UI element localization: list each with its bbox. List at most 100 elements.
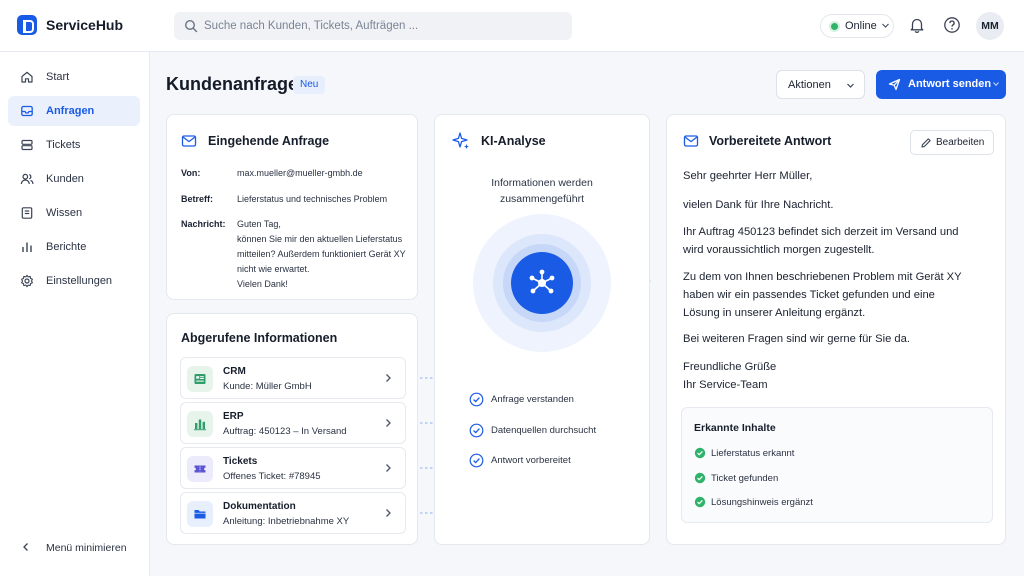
detected-item: Lieferstatus erkannt bbox=[694, 446, 974, 462]
inbox-icon bbox=[21, 105, 33, 117]
mail-icon bbox=[181, 135, 197, 147]
detected-item: Ticket gefunden bbox=[694, 471, 974, 487]
top-bar: ServiceHub Online MM bbox=[0, 0, 1024, 52]
send-reply-button[interactable]: Antwort senden bbox=[876, 70, 1006, 99]
ai-hub-icon bbox=[511, 252, 573, 314]
detected-item-label: Lieferstatus erkannt bbox=[711, 448, 795, 459]
detected-item-label: Ticket gefunden bbox=[711, 473, 779, 484]
source-item-crm[interactable]: CRM Kunde: Müller GmbH bbox=[180, 357, 406, 399]
status-dropdown[interactable]: Online bbox=[820, 14, 894, 38]
sidebar-item-label: Berichte bbox=[46, 241, 87, 253]
card-title: Vorbereitete Antwort bbox=[709, 134, 832, 148]
chevron-right-icon bbox=[386, 374, 391, 382]
check-circle-icon bbox=[469, 392, 484, 407]
ai-step-label: Datenquellen durchsucht bbox=[491, 425, 597, 436]
source-name: Tickets bbox=[223, 456, 258, 467]
ai-analysis-card: KI-Analyse Informationen werden zusammen… bbox=[434, 114, 650, 545]
ai-step: Datenquellen durchsucht bbox=[469, 422, 639, 440]
from-label: Von: bbox=[181, 168, 201, 178]
chart-icon bbox=[22, 242, 32, 252]
sidebar-item-label: Start bbox=[46, 71, 70, 83]
check-circle-icon bbox=[469, 453, 484, 468]
source-item-tickets[interactable]: Tickets Offenes Ticket: #78945 bbox=[180, 447, 406, 489]
users-icon bbox=[20, 173, 34, 185]
message-line: Vielen Dank! bbox=[237, 279, 288, 289]
subject-value: Lieferstatus und technisches Problem bbox=[237, 194, 388, 204]
reply-line: Lösung in unserer Anleitung ergänzt. bbox=[683, 307, 866, 319]
fetched-info-card: Abgerufene Informationen CRM Kunde: Müll… bbox=[166, 313, 418, 545]
source-detail: Anleitung: Inbetriebnahme XY bbox=[223, 516, 350, 527]
ticket-icon bbox=[21, 139, 33, 151]
sidebar-item-label: Einstellungen bbox=[46, 275, 113, 287]
card-title: KI-Analyse bbox=[481, 134, 546, 148]
reply-line: Bei weiteren Fragen sind wir gerne für S… bbox=[683, 333, 910, 345]
crm-icon bbox=[187, 366, 213, 392]
incoming-request-card: Eingehende Anfrage Von: max.mueller@muel… bbox=[166, 114, 418, 300]
ai-step: Antwort vorbereitet bbox=[469, 452, 639, 470]
sidebar-item-start[interactable]: Start bbox=[8, 62, 140, 92]
sidebar-item-kunden[interactable]: Kunden bbox=[8, 164, 140, 194]
message-label: Nachricht: bbox=[181, 219, 226, 229]
sidebar-item-tickets[interactable]: Tickets bbox=[8, 130, 140, 160]
gear-icon bbox=[21, 274, 33, 288]
ai-subtitle: Informationen werden bbox=[491, 177, 593, 189]
edit-button[interactable]: Bearbeiten bbox=[910, 130, 994, 155]
sidebar-item-anfragen[interactable]: Anfragen bbox=[8, 96, 140, 126]
actions-label: Aktionen bbox=[788, 79, 831, 91]
source-name: Dokumentation bbox=[223, 501, 296, 512]
actions-button[interactable]: Aktionen bbox=[776, 70, 865, 99]
card-title: Eingehende Anfrage bbox=[208, 134, 330, 148]
help-icon[interactable] bbox=[943, 16, 961, 34]
check-circle-filled-icon bbox=[694, 472, 706, 484]
sidebar-item-label: Wissen bbox=[46, 207, 83, 219]
source-name: CRM bbox=[223, 366, 246, 377]
folder-icon bbox=[187, 501, 213, 527]
detected-title: Erkannte Inhalte bbox=[694, 422, 776, 434]
source-item-erp[interactable]: ERP Auftrag: 450123 – In Versand bbox=[180, 402, 406, 444]
source-item-documentation[interactable]: Dokumentation Anleitung: Inbetriebnahme … bbox=[180, 492, 406, 534]
status-label: Online bbox=[845, 20, 877, 32]
caret-down-icon bbox=[993, 82, 999, 86]
sidebar-item-label: Anfragen bbox=[46, 105, 95, 117]
source-detail: Offenes Ticket: #78945 bbox=[223, 471, 321, 482]
subject-label: Betreff: bbox=[181, 194, 214, 204]
ticket-icon bbox=[187, 456, 213, 482]
online-dot-icon bbox=[831, 23, 838, 30]
sidebar-item-berichte[interactable]: Berichte bbox=[8, 232, 140, 262]
reply-line: Ihr Auftrag 450123 befindet sich derzeit… bbox=[683, 226, 959, 238]
source-name: ERP bbox=[223, 411, 244, 422]
sparkle-icon bbox=[452, 132, 469, 149]
reply-line: vielen Dank für Ihre Nachricht. bbox=[683, 199, 834, 211]
search-box[interactable] bbox=[174, 12, 572, 40]
sidebar-item-label: Kunden bbox=[46, 173, 84, 185]
prepared-reply-card: Vorbereitete Antwort Bearbeiten Sehr gee… bbox=[666, 114, 1006, 545]
send-reply-label: Antwort senden bbox=[908, 78, 992, 90]
collapse-menu-button[interactable]: Menü minimieren bbox=[8, 532, 140, 562]
sidebar-item-einstellungen[interactable]: Einstellungen bbox=[8, 266, 140, 296]
ai-step-label: Antwort vorbereitet bbox=[491, 455, 571, 466]
source-detail: Auftrag: 450123 – In Versand bbox=[223, 426, 347, 437]
sidebar-item-wissen[interactable]: Wissen bbox=[8, 198, 140, 228]
search-input[interactable] bbox=[204, 12, 564, 40]
chevron-down-icon bbox=[847, 83, 854, 88]
card-title: Abgerufene Informationen bbox=[181, 331, 338, 345]
home-icon bbox=[21, 71, 33, 83]
page-title: Kundenanfrage bbox=[166, 74, 299, 94]
from-value: max.mueller@mueller-gmbh.de bbox=[237, 168, 363, 178]
avatar[interactable]: MM bbox=[976, 12, 1004, 40]
check-circle-filled-icon bbox=[694, 496, 706, 508]
ai-step: Anfrage verstanden bbox=[469, 391, 639, 409]
message-line: können Sie mir den aktuellen Lieferstatu… bbox=[237, 234, 403, 244]
detected-item-label: Lösungshinweis ergänzt bbox=[711, 497, 813, 508]
chevron-right-icon bbox=[386, 464, 391, 472]
edit-label: Bearbeiten bbox=[936, 137, 985, 148]
chevron-right-icon bbox=[386, 509, 391, 517]
bell-icon[interactable] bbox=[908, 16, 926, 34]
send-icon bbox=[888, 78, 901, 91]
book-icon bbox=[21, 207, 33, 219]
message-line: mitteilen? Außerdem funktioniert Gerät X… bbox=[237, 249, 406, 259]
collapse-menu-label: Menü minimieren bbox=[46, 542, 127, 554]
message-line: Guten Tag, bbox=[237, 219, 281, 229]
chevron-down-icon bbox=[882, 23, 889, 28]
reply-line: Zu dem von Ihnen beschriebenen Problem m… bbox=[683, 271, 962, 283]
